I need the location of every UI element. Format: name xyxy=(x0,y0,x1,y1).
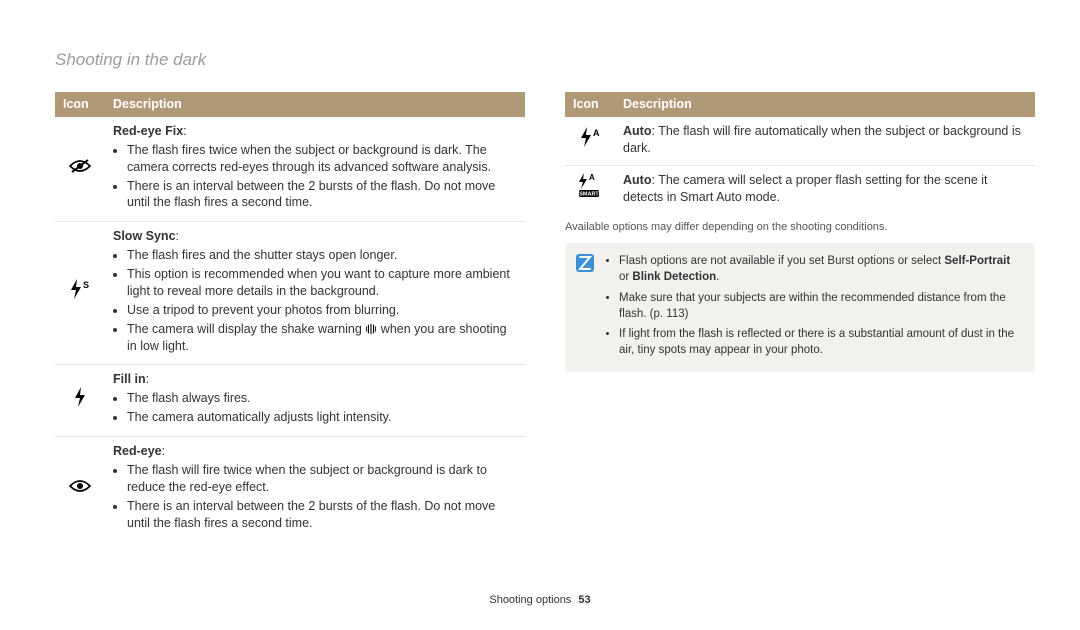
note-bullet: If light from the flash is reflected or … xyxy=(619,326,1023,358)
option-lead: Auto xyxy=(623,173,651,187)
table-row: S Slow Sync:The flash fires and the shutt… xyxy=(55,222,525,365)
content-columns: Icon Description Red-eye Fix:The flash f… xyxy=(55,92,1035,541)
table-row: A Auto: The flash will fire automatically… xyxy=(565,117,1035,165)
th-icon: Icon xyxy=(565,92,615,117)
option-bullets: The flash fires and the shutter stays op… xyxy=(113,247,517,354)
option-bullets: The flash always fires. The camera automa… xyxy=(113,390,517,426)
right-tbody: AAuto: The flash will fire automatically… xyxy=(565,117,1035,214)
smart-auto-flash-icon: A SMART xyxy=(565,165,615,213)
svg-text:A: A xyxy=(593,128,600,138)
th-description: Description xyxy=(105,92,525,117)
left-tbody: Red-eye Fix:The flash fires twice when t… xyxy=(55,117,525,542)
svg-text:SMART: SMART xyxy=(579,192,599,198)
slow-sync-icon: S xyxy=(55,222,105,365)
svg-text:S: S xyxy=(83,280,89,290)
svg-text:A: A xyxy=(589,173,595,182)
page: Shooting in the dark Icon Description Re… xyxy=(0,0,1080,630)
description-cell: Auto: The camera will select a proper fl… xyxy=(615,165,1035,213)
option-title: Slow Sync xyxy=(113,229,176,243)
table-row: Red-eye Fix:The flash fires twice when t… xyxy=(55,117,525,222)
note-box: Flash options are not available if you s… xyxy=(565,243,1035,372)
bullet-item: The flash fires twice when the subject o… xyxy=(127,142,517,176)
bullet-item: The camera will display the shake warnin… xyxy=(127,321,517,355)
red-eye-fix-icon xyxy=(55,117,105,222)
note-icon xyxy=(575,253,595,362)
right-column: Icon Description AAuto: The flash will f… xyxy=(565,92,1035,541)
availability-note: Available options may differ depending o… xyxy=(565,221,1035,233)
table-row: Fill in:The flash always fires.The camer… xyxy=(55,365,525,437)
footer-section: Shooting options xyxy=(489,594,571,606)
bullet-item: The flash fires and the shutter stays op… xyxy=(127,247,517,264)
bullet-item: The camera automatically adjusts light i… xyxy=(127,409,517,426)
page-footer: Shooting options 53 xyxy=(0,594,1080,606)
bullet-item: This option is recommended when you want… xyxy=(127,266,517,300)
bullet-item: The flash always fires. xyxy=(127,390,517,407)
flash-options-table-left: Icon Description Red-eye Fix:The flash f… xyxy=(55,92,525,541)
description-cell: Auto: The flash will fire automatically … xyxy=(615,117,1035,165)
bullet-item: There is an interval between the 2 burst… xyxy=(127,178,517,212)
description-cell: Red-eye Fix:The flash fires twice when t… xyxy=(105,117,525,222)
fill-in-icon xyxy=(55,365,105,437)
footer-page-number: 53 xyxy=(578,594,590,606)
red-eye-icon xyxy=(55,437,105,542)
flash-options-table-right: Icon Description AAuto: The flash will f… xyxy=(565,92,1035,213)
note-bullet: Make sure that your subjects are within … xyxy=(619,290,1023,322)
bullet-item: There is an interval between the 2 burst… xyxy=(127,498,517,532)
note-bullets: Flash options are not available if you s… xyxy=(605,253,1023,362)
table-row: Red-eye:The flash will fire twice when t… xyxy=(55,437,525,542)
option-bullets: The flash fires twice when the subject o… xyxy=(113,142,517,212)
option-lead: Auto xyxy=(623,124,651,138)
option-title: Red-eye Fix xyxy=(113,124,183,138)
th-description: Description xyxy=(615,92,1035,117)
description-cell: Red-eye:The flash will fire twice when t… xyxy=(105,437,525,542)
th-icon: Icon xyxy=(55,92,105,117)
bullet-item: Use a tripod to prevent your photos from… xyxy=(127,302,517,319)
note-bullet: Flash options are not available if you s… xyxy=(619,253,1023,285)
option-text: : The camera will select a proper flash … xyxy=(623,173,988,204)
auto-flash-icon: A xyxy=(565,117,615,165)
description-cell: Slow Sync:The flash fires and the shutte… xyxy=(105,222,525,365)
option-title: Red-eye xyxy=(113,444,162,458)
left-column: Icon Description Red-eye Fix:The flash f… xyxy=(55,92,525,541)
bullet-item: The flash will fire twice when the subje… xyxy=(127,462,517,496)
page-title: Shooting in the dark xyxy=(55,50,1035,70)
option-text: : The flash will fire automatically when… xyxy=(623,124,1021,155)
option-title: Fill in xyxy=(113,372,146,386)
option-bullets: The flash will fire twice when the subje… xyxy=(113,462,517,532)
table-row: A SMART Auto: The camera will select a pro… xyxy=(565,165,1035,213)
description-cell: Fill in:The flash always fires.The camer… xyxy=(105,365,525,437)
